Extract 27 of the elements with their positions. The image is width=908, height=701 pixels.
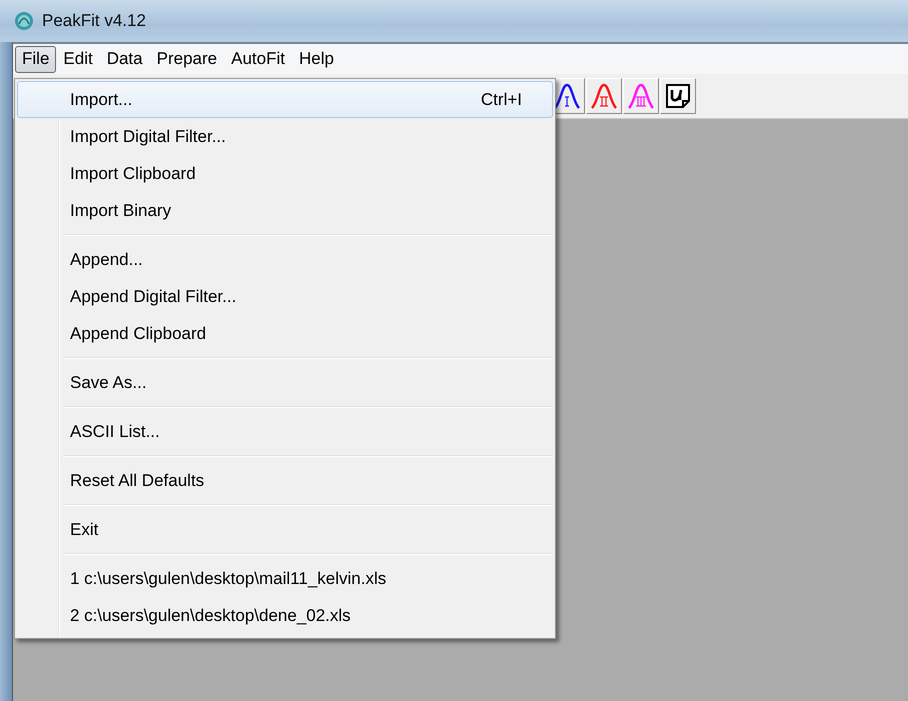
peak-curve-icon — [553, 82, 581, 110]
menu-item[interactable]: Append Clipboard — [17, 315, 553, 352]
menu-item[interactable]: 2 c:\users\gulen\desktop\dene_02.xls — [17, 597, 553, 634]
menu-item[interactable]: Import Clipboard — [17, 155, 553, 192]
menu-bar-item[interactable]: AutoFit — [224, 46, 292, 72]
menu-item[interactable]: Import Digital Filter... — [17, 118, 553, 155]
user-function-icon — [664, 82, 692, 110]
menu-item[interactable]: Import... Ctrl+I — [17, 81, 553, 118]
menu-item[interactable]: Reset All Defaults — [17, 462, 553, 499]
menu-item[interactable]: ASCII List... — [17, 413, 553, 450]
shortcut-label: Ctrl+I — [480, 90, 522, 110]
menu-item[interactable]: Append... — [17, 241, 553, 278]
menu-bar-item[interactable]: Help — [292, 46, 341, 72]
menu-item[interactable]: Exit — [17, 511, 553, 548]
menu-item[interactable]: Save As... — [17, 364, 553, 401]
menu-bar-item[interactable]: Prepare — [150, 46, 224, 72]
menu-bar-item[interactable]: Edit — [56, 46, 100, 72]
menu-item[interactable]: 1 c:\users\gulen\desktop\mail11_kelvin.xls — [17, 560, 553, 597]
menu-bar-item[interactable]: Data — [100, 46, 150, 72]
menu-item[interactable]: Import Binary — [17, 192, 553, 229]
menu-bar-item[interactable]: File — [15, 46, 56, 72]
app-logo-icon — [14, 11, 34, 31]
toolbar-button[interactable] — [660, 78, 696, 114]
peak-curve-icon — [627, 82, 655, 110]
peak-curve-icon — [590, 82, 618, 110]
window-title: PeakFit v4.12 — [42, 11, 146, 31]
menu-item[interactable]: Append Digital Filter... — [17, 278, 553, 315]
